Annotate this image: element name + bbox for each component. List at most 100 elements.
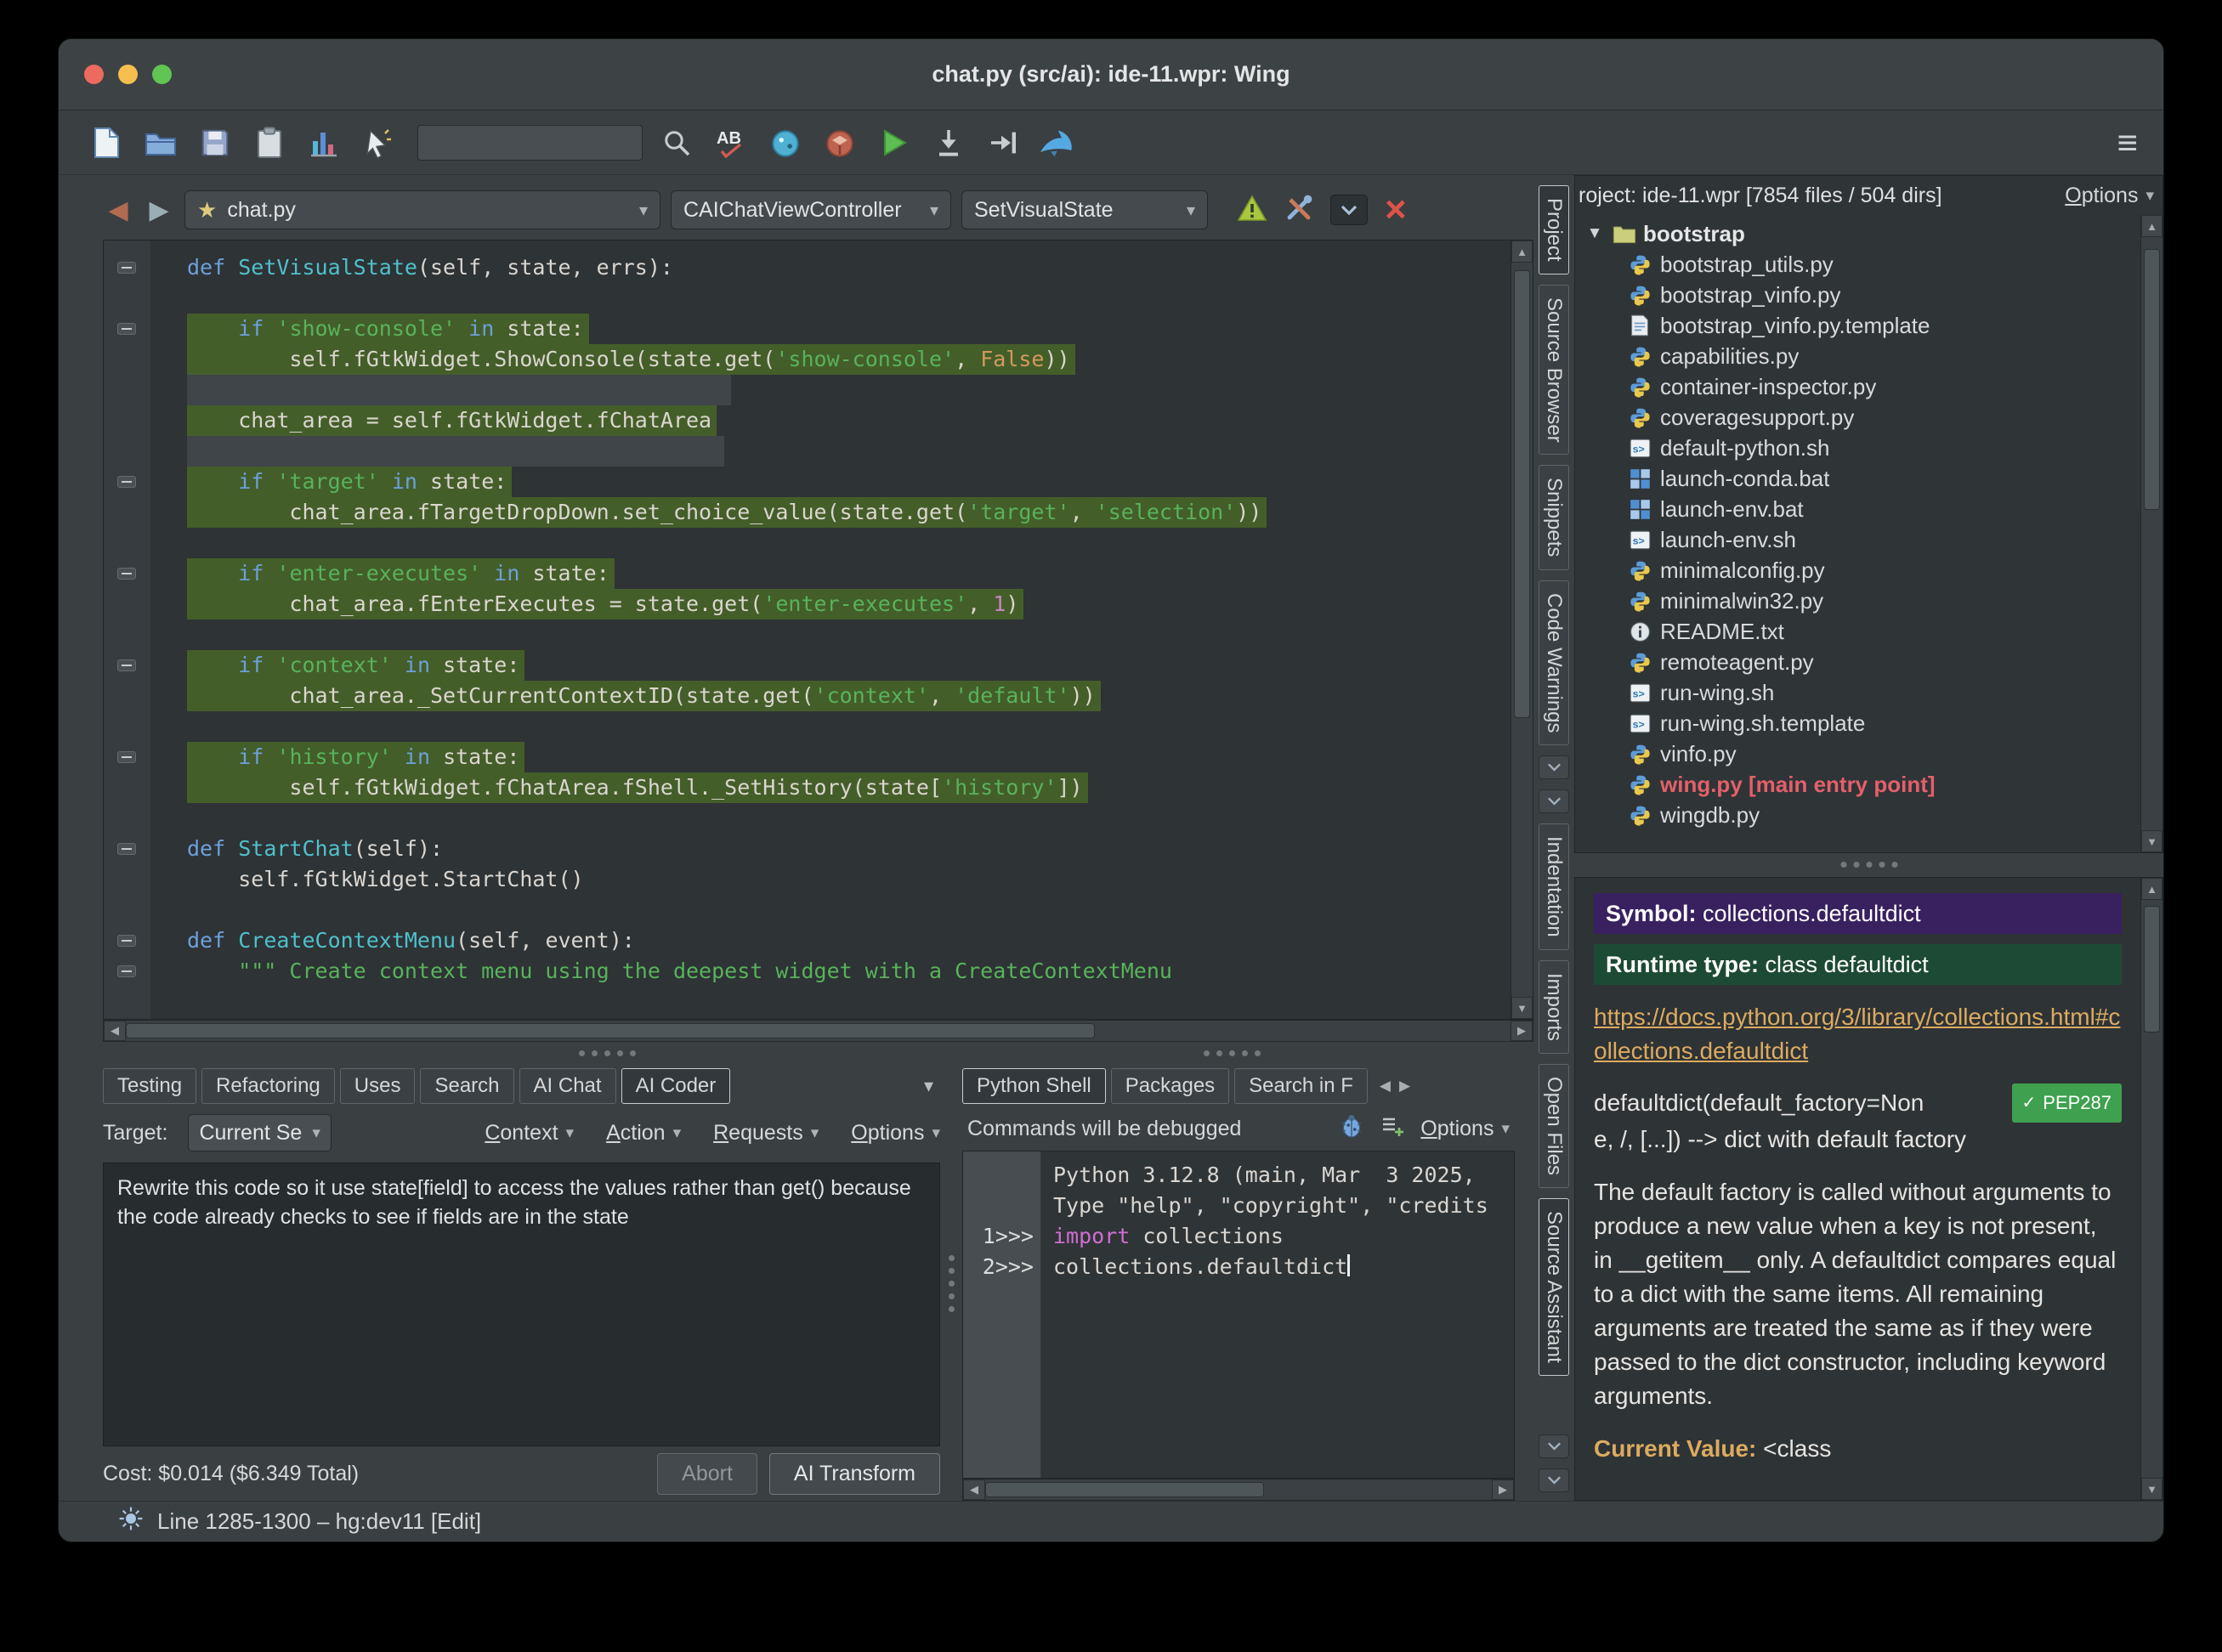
scroll-up-icon[interactable]: ▲ xyxy=(1511,240,1533,263)
menu-requests[interactable]: Requests▾ xyxy=(713,1121,819,1146)
scroll-right-icon[interactable]: ▶ xyxy=(1492,1479,1514,1500)
editor-hscrollbar[interactable]: ◀ ▶ xyxy=(103,1020,1533,1042)
scroll-thumb[interactable] xyxy=(2144,906,2160,1033)
collapse-editor-button[interactable] xyxy=(1330,195,1368,225)
fold-marker-icon[interactable] xyxy=(117,965,136,977)
tree-root-bootstrap[interactable]: ▼bootstrap xyxy=(1575,218,2140,249)
fold-marker-icon[interactable] xyxy=(117,843,136,855)
warning-icon[interactable] xyxy=(1237,195,1267,226)
panel-toggle-chevron-icon[interactable] xyxy=(1539,1468,1569,1492)
zoom-window-button[interactable] xyxy=(152,65,172,84)
splitter-grip[interactable] xyxy=(949,1255,955,1312)
fold-marker-icon[interactable] xyxy=(117,323,136,335)
fold-marker-icon[interactable] xyxy=(117,568,136,580)
tree-item[interactable]: s>default-python.sh xyxy=(1575,433,2140,463)
nav-back-button[interactable]: ◀ xyxy=(103,195,133,225)
tree-item[interactable]: minimalconfig.py xyxy=(1575,555,2140,586)
save-icon[interactable] xyxy=(193,121,237,165)
class-selector[interactable]: CAIChatViewController ▾ xyxy=(671,190,951,229)
tree-item[interactable]: s>launch-env.sh xyxy=(1575,524,2140,555)
editor-vscrollbar[interactable]: ▲ ▼ xyxy=(1511,240,1533,1019)
scroll-left-icon[interactable]: ◀ xyxy=(104,1021,126,1041)
tools-icon[interactable] xyxy=(1284,194,1313,227)
scroll-thumb[interactable] xyxy=(2144,249,2160,510)
tree-item[interactable]: wing.py [main entry point] xyxy=(1575,769,2140,800)
splitter-grip[interactable] xyxy=(579,1050,636,1056)
tab-search[interactable]: Search xyxy=(420,1068,513,1104)
wing-shark-icon[interactable] xyxy=(1035,121,1080,165)
fold-marker-icon[interactable] xyxy=(117,262,136,274)
shell-output[interactable]: Python 3.12.8 (main, Mar 3 2025,Type "he… xyxy=(1041,1151,1514,1478)
close-file-icon[interactable]: × xyxy=(1385,191,1407,229)
scroll-down-icon[interactable]: ▼ xyxy=(2141,830,2162,852)
splitter-grip[interactable] xyxy=(1840,862,1897,868)
side-tab-project[interactable]: Project xyxy=(1539,185,1569,274)
toolbar-search-input[interactable] xyxy=(417,125,643,161)
project-options-menu[interactable]: Options ▾ xyxy=(2065,184,2154,208)
menu-options[interactable]: Options▾ xyxy=(851,1121,940,1146)
tabs-scroll-right-icon[interactable]: ▶ xyxy=(1399,1078,1410,1095)
menu-context[interactable]: Context▾ xyxy=(485,1121,574,1146)
scroll-left-icon[interactable]: ◀ xyxy=(963,1479,985,1500)
assistant-vscrollbar[interactable]: ▲ ▼ xyxy=(2140,878,2162,1500)
profiler-icon[interactable] xyxy=(302,121,346,165)
panel-toggle-chevron-icon[interactable] xyxy=(1539,789,1569,813)
scroll-thumb[interactable] xyxy=(1514,270,1530,718)
fold-marker-icon[interactable] xyxy=(117,476,136,488)
file-selector[interactable]: ★ chat.py ▾ xyxy=(184,190,660,229)
titlebar[interactable]: chat.py (src/ai): ide-11.wpr: Wing xyxy=(59,39,2163,110)
scroll-thumb[interactable] xyxy=(985,1482,1264,1497)
fold-marker-icon[interactable] xyxy=(117,935,136,947)
tree-item[interactable]: minimalwin32.py xyxy=(1575,586,2140,616)
project-file-tree[interactable]: ▼bootstrapbootstrap_utils.pybootstrap_vi… xyxy=(1575,215,2140,852)
documentation-link[interactable]: https://docs.python.org/3/library/collec… xyxy=(1594,1000,2122,1068)
tab-python-shell[interactable]: Python Shell xyxy=(962,1068,1106,1104)
ai-transform-button[interactable]: AI Transform xyxy=(769,1453,940,1495)
spellcheck-icon[interactable]: AB xyxy=(709,121,753,165)
tab-packages[interactable]: Packages xyxy=(1111,1068,1229,1104)
python-ball-icon[interactable] xyxy=(763,121,808,165)
tree-item[interactable]: s>run-wing.sh.template xyxy=(1575,708,2140,738)
shell-hscrollbar[interactable]: ◀ ▶ xyxy=(962,1479,1515,1501)
fold-marker-icon[interactable] xyxy=(117,751,136,763)
minimize-window-button[interactable] xyxy=(118,65,138,84)
tree-item[interactable]: coveragesupport.py xyxy=(1575,402,2140,433)
tree-item[interactable]: bootstrap_vinfo.py xyxy=(1575,280,2140,310)
close-window-button[interactable] xyxy=(84,65,104,84)
scroll-down-icon[interactable]: ▼ xyxy=(1511,997,1533,1019)
menu-action[interactable]: Action▾ xyxy=(606,1121,681,1146)
tree-item[interactable]: launch-env.bat xyxy=(1575,494,2140,524)
tree-item[interactable]: container-inspector.py xyxy=(1575,371,2140,402)
new-file-icon[interactable] xyxy=(84,121,128,165)
bottom-panels-splitter[interactable] xyxy=(103,1042,1533,1066)
scroll-up-icon[interactable]: ▲ xyxy=(2141,215,2162,237)
side-tab-open-files[interactable]: Open Files xyxy=(1539,1064,1569,1188)
scroll-right-icon[interactable]: ▶ xyxy=(1511,1021,1533,1041)
shell-options-menu[interactable]: Options ▾ xyxy=(1420,1117,1510,1141)
search-icon[interactable] xyxy=(655,121,699,165)
splitter-grip[interactable] xyxy=(1204,1050,1261,1056)
debug-sun-icon[interactable] xyxy=(118,1506,144,1537)
tree-item[interactable]: bootstrap_utils.py xyxy=(1575,249,2140,280)
tab-search-in-f[interactable]: Search in F xyxy=(1234,1068,1368,1104)
debug-to-cursor-icon[interactable] xyxy=(927,121,971,165)
side-tab-snippets[interactable]: Snippets xyxy=(1539,465,1569,569)
run-icon[interactable] xyxy=(872,121,916,165)
tree-item[interactable]: capabilities.py xyxy=(1575,341,2140,371)
panel-toggle-chevron-icon[interactable] xyxy=(1539,755,1569,779)
tree-item[interactable]: wingdb.py xyxy=(1575,800,2140,830)
select-cursor-icon[interactable] xyxy=(356,121,400,165)
side-tab-source-browser[interactable]: Source Browser xyxy=(1539,285,1569,455)
new-prompt-icon[interactable] xyxy=(1380,1113,1405,1145)
tree-item[interactable]: remoteagent.py xyxy=(1575,647,2140,677)
open-folder-icon[interactable] xyxy=(139,121,183,165)
nav-forward-button[interactable]: ▶ xyxy=(144,195,174,225)
tab-ai-chat[interactable]: AI Chat xyxy=(519,1068,616,1104)
tree-item[interactable]: bootstrap_vinfo.py.template xyxy=(1575,310,2140,341)
tab-refactoring[interactable]: Refactoring xyxy=(201,1068,335,1104)
scroll-up-icon[interactable]: ▲ xyxy=(2141,878,2162,900)
clipboard-icon[interactable] xyxy=(247,121,292,165)
more-tabs-chevron-icon[interactable]: ▾ xyxy=(924,1075,940,1097)
ai-shell-splitter[interactable] xyxy=(940,1066,962,1501)
tab-testing[interactable]: Testing xyxy=(103,1068,196,1104)
